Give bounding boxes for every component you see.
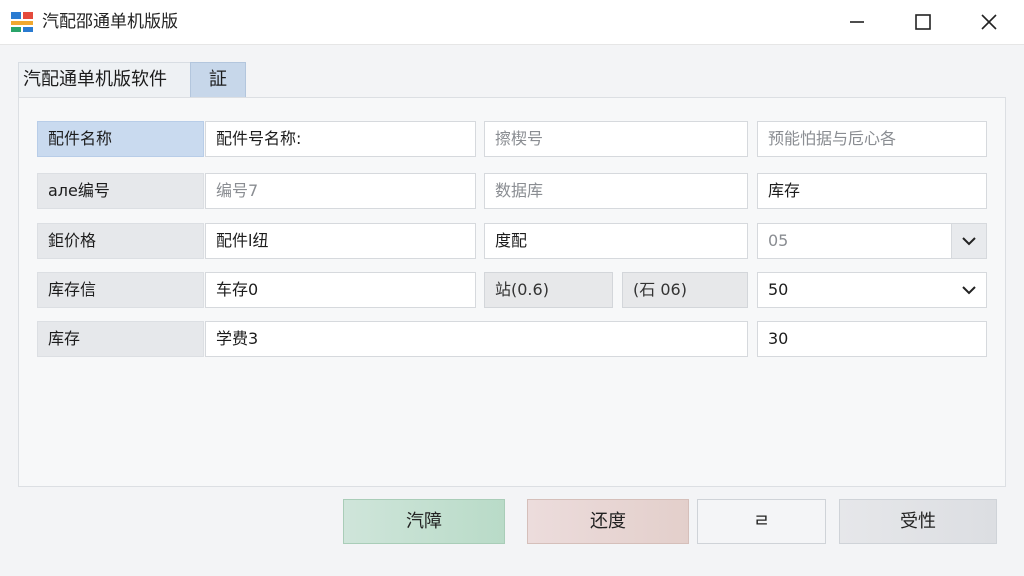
title-bar: 汽配邵通单机版版 (0, 0, 1024, 45)
description-field[interactable]: 预能怕据与卮心各 (757, 121, 987, 157)
quantity-select[interactable]: 50 (757, 272, 987, 308)
minimize-icon (850, 21, 864, 23)
row-label-price: 鉅价格 (37, 223, 204, 259)
quantity-select-value: 50 (768, 280, 789, 299)
count-field[interactable]: 30 (757, 321, 987, 357)
window-title: 汽配邵通单机版版 (42, 12, 178, 32)
action-button-1[interactable]: 汽障 (343, 499, 505, 544)
close-icon (981, 14, 997, 30)
tab-main[interactable]: 汽配通单机版软件 (18, 62, 195, 97)
row-label-part-name: 配件名称 (37, 121, 204, 157)
row-label-stock: 库存 (37, 321, 204, 357)
tab-second[interactable]: 証 (190, 62, 246, 98)
stock-info-field[interactable]: 车存0 (205, 272, 476, 308)
row-label-stock-info: 库存信 (37, 272, 204, 308)
maximize-button[interactable] (890, 0, 956, 44)
database-field[interactable]: 数据库 (484, 173, 748, 209)
action-button-3[interactable]: ㄹ (697, 499, 826, 544)
chevron-down-icon[interactable] (951, 224, 986, 258)
config-field[interactable]: 度配 (484, 223, 748, 259)
close-button[interactable] (956, 0, 1022, 44)
price-select[interactable]: 05 (757, 223, 987, 259)
chevron-down-icon[interactable] (952, 273, 986, 307)
part-number-field[interactable]: 擦楔号 (484, 121, 748, 157)
action-button-4[interactable]: 受性 (839, 499, 997, 544)
minimize-button[interactable] (824, 0, 890, 44)
price-select-value: 05 (768, 231, 789, 250)
stone-button[interactable]: (石 06) (622, 272, 748, 308)
stock-field[interactable]: 库存 (757, 173, 987, 209)
maximize-icon (915, 14, 931, 30)
station-button[interactable]: 站(0.6) (484, 272, 613, 308)
code-field[interactable]: 编号7 (205, 173, 476, 209)
price-part-field[interactable]: 配件l纽 (205, 223, 476, 259)
part-name-field[interactable]: 配件号名称: (205, 121, 476, 157)
row-label-code: але编号 (37, 173, 204, 209)
action-button-2[interactable]: 还度 (527, 499, 689, 544)
tuition-field[interactable]: 学费3 (205, 321, 748, 357)
app-logo-icon (11, 12, 33, 32)
